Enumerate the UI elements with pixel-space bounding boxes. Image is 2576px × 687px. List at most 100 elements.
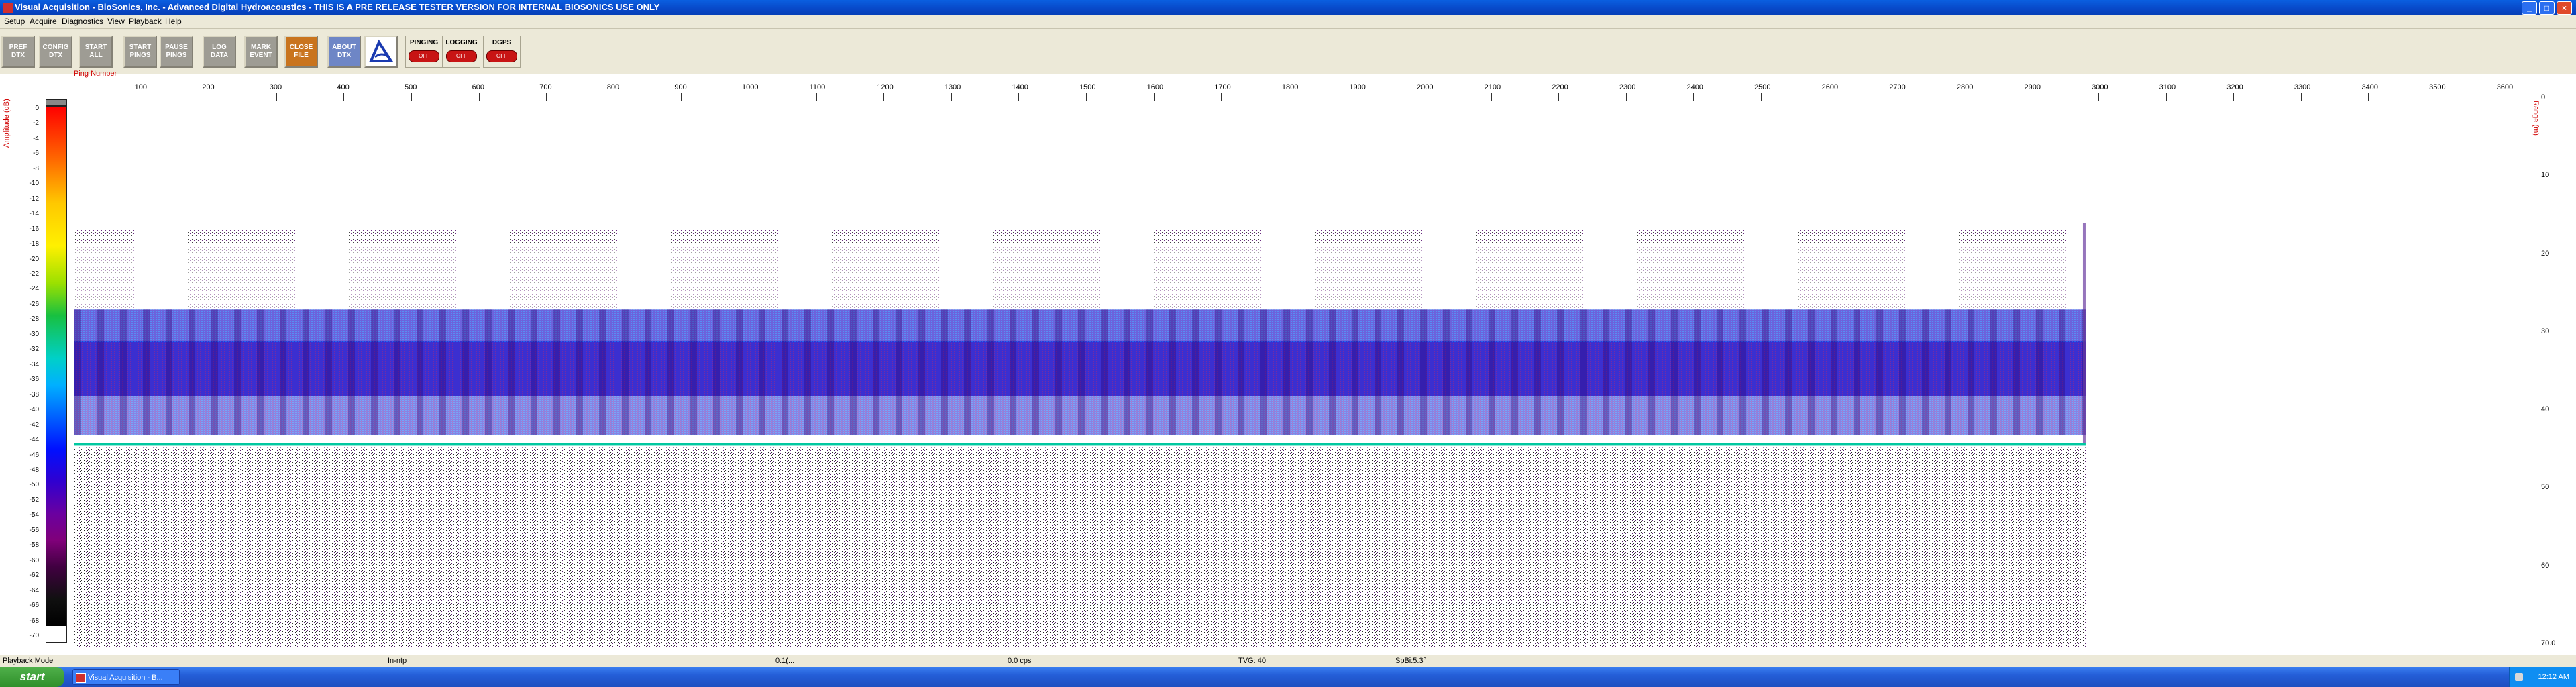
config-dtx-button[interactable]: CONFIG DTX [39,36,72,68]
start-all-button[interactable]: START ALL [79,36,113,68]
taskbar-item-visual-acquisition[interactable]: Visual Acquisition - B... [72,669,180,685]
logging-label: LOGGING [445,39,478,46]
range-tick-label: 20 [2541,249,2550,258]
ping-tick-label: 2400 [1686,83,1703,91]
range-tick-label: 40 [2541,405,2550,414]
ping-tick-label: 700 [539,83,552,91]
ping-tick-label: 300 [269,83,282,91]
title-bar: Visual Acquisition - BioSonics, Inc. - A… [0,0,2576,15]
ping-tick-label: 3600 [2496,83,2514,91]
colorbar-tick-label: -42 [29,421,39,429]
dgps-indicator: DGPS OFF [483,36,521,68]
log-data-button[interactable]: LOG DATA [203,36,236,68]
tray-icon [2515,673,2523,681]
colorbar-tick-label: -4 [33,134,39,142]
colorbar-tick-label: -18 [29,240,39,248]
start-button[interactable]: start [0,667,64,687]
colorbar-tick-label: -26 [29,300,39,308]
logo-graphic [368,39,394,62]
ping-tick-label: 1500 [1079,83,1096,91]
about-dtx-button[interactable]: ABOUT DTX [327,36,361,68]
status-mode: Playback Mode [3,657,54,665]
ping-tick-label: 1200 [877,83,894,91]
menu-view[interactable]: View [107,17,125,26]
ping-tick-label: 1100 [809,83,826,91]
colorbar-tick-label: -64 [29,586,39,594]
logging-light: OFF [446,50,477,62]
colorbar-tick-label: -68 [29,617,39,625]
dgps-label: DGPS [492,39,512,46]
mark-event-button[interactable]: MARK EVENT [244,36,278,68]
colorbar-tick-label: -70 [29,632,39,639]
ping-tick-label: 2500 [1754,83,1771,91]
system-tray: 12:12 AM [2509,667,2576,687]
minimize-button[interactable]: _ [2522,1,2537,15]
ping-tick-label: 2300 [1619,83,1636,91]
status-field-3: 0.1(... [775,657,795,665]
menu-acquire[interactable]: Acquire [30,17,57,26]
sub-bottom-scatter [74,447,2086,647]
colorbar-tick-label: -66 [29,602,39,610]
window-title: Visual Acquisition - BioSonics, Inc. - A… [15,2,660,12]
close-file-button[interactable]: CLOSE FILE [284,36,318,68]
ping-tick-label: 3400 [2361,83,2378,91]
ping-tick-label: 800 [606,83,620,91]
taskbar: start Visual Acquisition - B... 12:12 AM [0,667,2576,687]
menu-diagnostics[interactable]: Diagnostics [62,17,103,26]
ping-tick-label: 2100 [1484,83,1501,91]
colorbar-tick-label: -46 [29,451,39,459]
app-icon [76,673,86,683]
pause-pings-button[interactable]: PAUSE PINGS [160,36,193,68]
vertical-streaks [74,309,2086,435]
ping-tick-label: 2600 [1821,83,1839,91]
toolbar: PREF DTX CONFIG DTX START ALL START PING… [0,29,2576,74]
colorbar-tick-label: 0 [35,105,39,112]
ping-tick-label: 3000 [2092,83,2108,91]
echogram[interactable] [74,97,2538,647]
status-field-4: 0.0 cps [1008,657,1032,665]
colorbar-tick-label: -14 [29,210,39,218]
range-tick-label: 30 [2541,327,2550,335]
ping-tick-label: 100 [134,83,147,91]
ping-tick-label: 600 [472,83,484,91]
ping-tick-label: 2200 [1552,83,1568,91]
ping-axis: 100 200 300 400 500 600 700 800 900 1000 1100 1200 1… [74,83,2537,101]
range-tick-label: 0 [2541,93,2546,101]
colorbar-tick-label: -6 [33,150,39,158]
biosonics-logo-icon[interactable] [364,36,398,68]
ping-tick-label: 2800 [1956,83,1974,91]
pinging-indicator: PINGING OFF [405,36,443,68]
colorbar-tick-label: -34 [29,360,39,368]
ping-tick-label: 1700 [1214,83,1231,91]
maximize-button[interactable]: □ [2539,1,2555,15]
amplitude-colorbar [46,106,67,643]
ping-tick-label: 3300 [2294,83,2311,91]
colorbar-tick-label: -52 [29,496,39,504]
menu-help[interactable]: Help [165,17,182,26]
ping-tick-label: 1300 [944,83,961,91]
pref-dtx-button[interactable]: PREF DTX [1,36,35,68]
clock: 12:12 AM [2538,673,2569,681]
menu-setup[interactable]: Setup [4,17,25,26]
start-pings-button[interactable]: START PINGS [123,36,157,68]
colorbar-tick-label: -40 [29,406,39,414]
menu-bar: Setup Acquire Diagnostics View Playback … [0,15,2576,29]
colorbar-tick-label: -50 [29,481,39,489]
task-label: Visual Acquisition - B... [88,674,163,682]
ping-tick-label: 2700 [1889,83,1906,91]
app-icon [3,3,13,13]
range-axis-label: Range (m) [2532,101,2540,136]
close-button[interactable]: × [2557,1,2572,15]
colorbar-tick-label: -56 [29,526,39,534]
ping-tick-label: 1400 [1012,83,1028,91]
colorbar-tick-label: -58 [29,541,39,549]
colorbar-tick-label: -22 [29,270,39,278]
ping-tick-label: 200 [202,83,215,91]
ping-tick-label: 2000 [1417,83,1434,91]
pinging-label: PINGING [409,39,439,46]
menu-playback[interactable]: Playback [129,17,162,26]
ping-tick-label: 1900 [1349,83,1366,91]
ping-tick-label: 1800 [1281,83,1299,91]
colorbar-tick-label: -38 [29,390,39,399]
ping-tick-label: 500 [405,83,417,91]
